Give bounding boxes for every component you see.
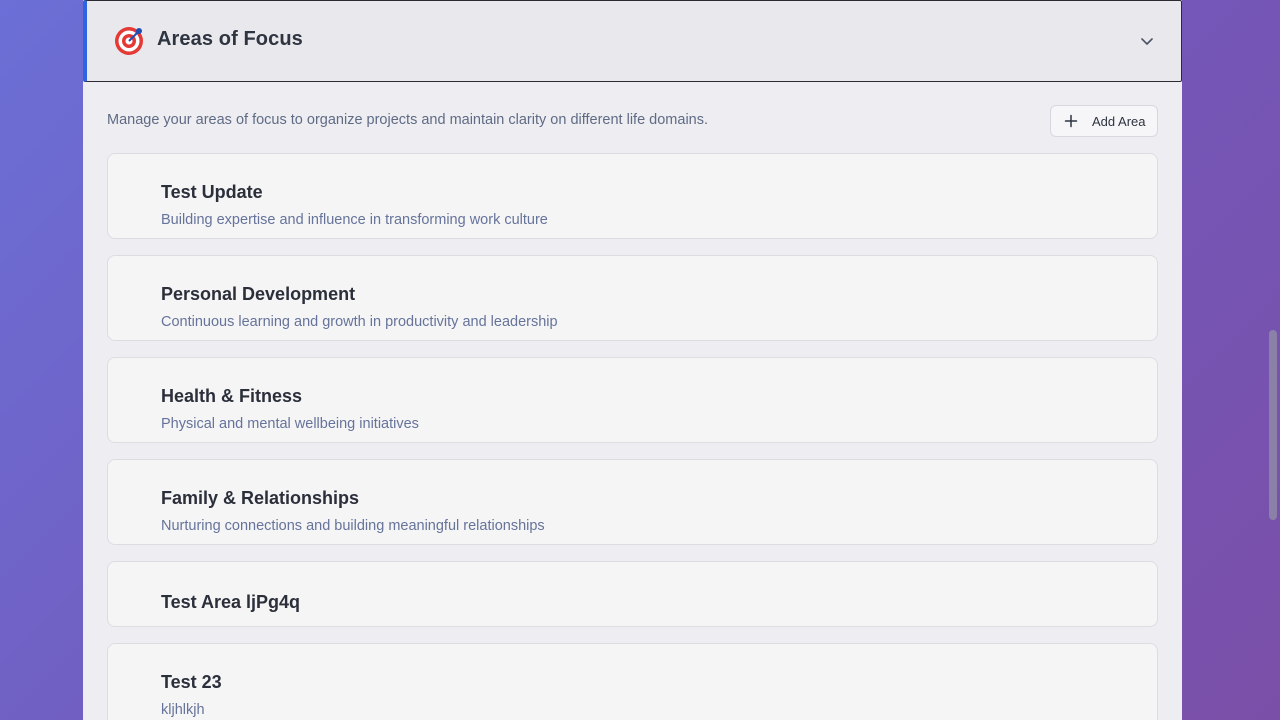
area-description: kljhlkjh	[161, 702, 205, 718]
areas-section-header[interactable]: Areas of Focus	[83, 0, 1182, 82]
area-description: Physical and mental wellbeing initiative…	[161, 416, 419, 432]
area-description: Building expertise and influence in tran…	[161, 212, 548, 228]
area-card[interactable]: Test Area ljPg4q	[107, 561, 1158, 627]
chevron-down-icon[interactable]	[1139, 33, 1155, 49]
area-card[interactable]: Test Update Building expertise and influ…	[107, 153, 1158, 239]
scrollbar-thumb[interactable]	[1269, 330, 1277, 520]
area-description: Continuous learning and growth in produc…	[161, 314, 558, 330]
add-area-button[interactable]: Add Area	[1050, 105, 1158, 137]
area-card[interactable]: Personal Development Continuous learning…	[107, 255, 1158, 341]
area-card[interactable]: Test 23 kljhlkjh	[107, 643, 1158, 720]
plus-icon	[1064, 114, 1078, 128]
area-title: Test 23	[161, 672, 222, 692]
areas-panel: Areas of Focus Manage your areas of focu…	[83, 0, 1182, 720]
area-title: Personal Development	[161, 284, 356, 304]
area-card[interactable]: Family & Relationships Nurturing connect…	[107, 459, 1158, 545]
area-title: Test Update	[161, 182, 263, 202]
area-title: Test Area ljPg4q	[161, 592, 301, 612]
section-description: Manage your areas of focus to organize p…	[107, 112, 709, 128]
area-title: Health & Fitness	[161, 386, 303, 406]
add-area-label: Add Area	[1092, 114, 1146, 129]
area-description: Nurturing connections and building meani…	[161, 518, 545, 534]
page-scrollbar[interactable]	[1266, 0, 1280, 720]
target-icon	[113, 25, 145, 57]
area-title: Family & Relationships	[161, 488, 360, 508]
area-card[interactable]: Health & Fitness Physical and mental wel…	[107, 357, 1158, 443]
section-title: Areas of Focus	[157, 28, 303, 50]
